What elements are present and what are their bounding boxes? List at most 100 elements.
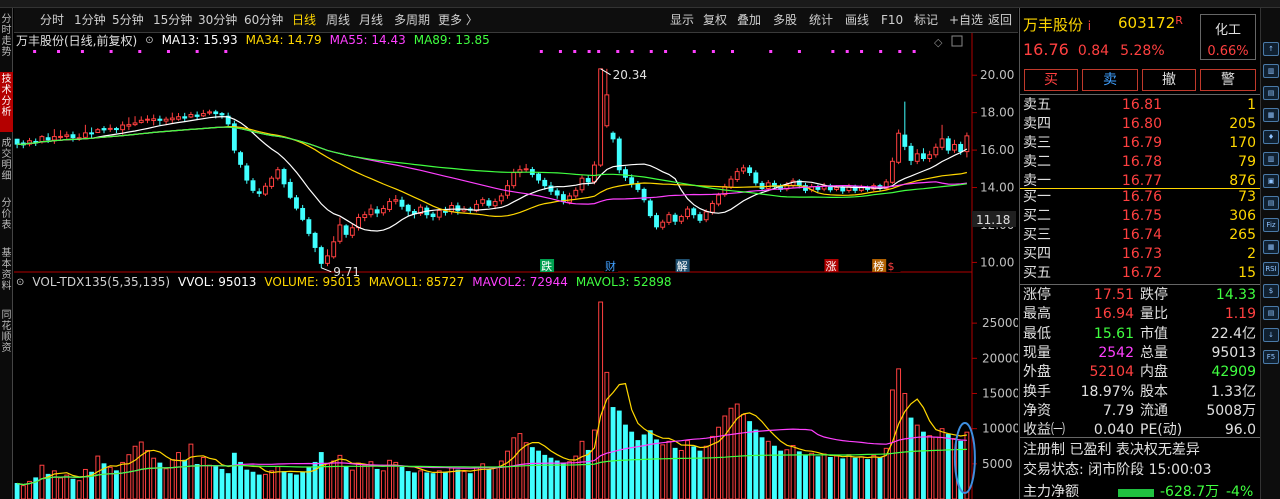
- volume-bar[interactable]: [579, 440, 585, 499]
- candle[interactable]: [325, 255, 330, 264]
- candle[interactable]: [647, 200, 653, 217]
- toolbar-icon[interactable]: ↓: [1263, 328, 1279, 342]
- volume-bar[interactable]: [877, 456, 883, 499]
- candle[interactable]: [958, 143, 964, 153]
- candle[interactable]: [281, 169, 287, 185]
- volume-bar[interactable]: [604, 371, 610, 499]
- volume-bar[interactable]: [411, 472, 417, 499]
- volume-bar[interactable]: [163, 468, 169, 499]
- volume-bar[interactable]: [803, 454, 808, 499]
- toolbar-icon[interactable]: F5: [1263, 350, 1279, 364]
- candle[interactable]: [114, 128, 119, 131]
- period-button[interactable]: 周线: [326, 12, 350, 28]
- volume-bar[interactable]: [269, 470, 275, 499]
- candle[interactable]: [542, 179, 548, 187]
- candle[interactable]: [374, 209, 380, 214]
- volume-bar[interactable]: [238, 461, 244, 499]
- candle[interactable]: [523, 168, 529, 171]
- tab-price-distribution[interactable]: 分价表: [0, 196, 13, 240]
- tab-trade-details[interactable]: 成交明细: [0, 136, 13, 192]
- volume-bar[interactable]: [740, 414, 746, 499]
- volume-bar[interactable]: [858, 456, 864, 499]
- volume-bar[interactable]: [294, 474, 299, 499]
- volume-bar[interactable]: [728, 407, 734, 499]
- candle[interactable]: [213, 111, 219, 115]
- volume-bar[interactable]: [560, 462, 566, 499]
- toolbar-icon[interactable]: ♦: [1263, 130, 1279, 144]
- tool-adjust[interactable]: 复权: [703, 12, 727, 28]
- candle[interactable]: [238, 152, 244, 165]
- candle[interactable]: [908, 145, 914, 161]
- volume-bar[interactable]: [753, 429, 759, 499]
- candle[interactable]: [834, 187, 839, 190]
- candle[interactable]: [176, 116, 181, 120]
- volume-bar[interactable]: [536, 450, 541, 499]
- volume-bar[interactable]: [312, 461, 318, 499]
- candle[interactable]: [554, 190, 560, 196]
- volume-bar[interactable]: [486, 468, 492, 499]
- cancel-order-button[interactable]: 撤: [1142, 69, 1196, 91]
- volume-bar[interactable]: [20, 485, 26, 499]
- period-button-active[interactable]: 日线: [292, 12, 316, 28]
- volume-bar[interactable]: [827, 456, 833, 499]
- candle[interactable]: [349, 227, 355, 236]
- volume-bar[interactable]: [64, 474, 70, 499]
- volume-bar[interactable]: [114, 470, 119, 499]
- volume-bar[interactable]: [691, 446, 697, 499]
- tool-display[interactable]: 显示: [670, 12, 694, 28]
- volume-bar[interactable]: [685, 440, 690, 499]
- volume-bar[interactable]: [523, 442, 529, 499]
- volume-bar[interactable]: [380, 470, 386, 499]
- volume-bar[interactable]: [207, 464, 212, 499]
- candle[interactable]: [840, 187, 846, 192]
- volume-bar[interactable]: [225, 473, 231, 499]
- volume-bar[interactable]: [461, 471, 467, 499]
- candle[interactable]: [685, 208, 690, 218]
- candle[interactable]: [362, 214, 368, 218]
- volume-bar[interactable]: [132, 445, 138, 499]
- volume-bar[interactable]: [759, 437, 765, 499]
- volume-bar[interactable]: [921, 431, 926, 499]
- candle[interactable]: [629, 177, 635, 185]
- volume-bar[interactable]: [250, 471, 256, 499]
- volume-bar[interactable]: [169, 459, 175, 499]
- volume-bar[interactable]: [368, 461, 374, 499]
- volume-bar[interactable]: [318, 452, 324, 499]
- kline-chart[interactable]: 20.0018.0016.0014.0012.0010.002500020000…: [14, 33, 1020, 499]
- candle[interactable]: [380, 207, 386, 214]
- chevron-down-icon[interactable]: ⊙: [16, 277, 24, 288]
- tool-statistics[interactable]: 统计: [809, 12, 833, 28]
- buy-button[interactable]: 买: [1024, 69, 1078, 91]
- toolbar-icon[interactable]: ▣: [1263, 174, 1279, 188]
- candle[interactable]: [728, 178, 734, 188]
- volume-bar[interactable]: [585, 449, 591, 499]
- candle[interactable]: [169, 117, 175, 121]
- volume-bar[interactable]: [567, 461, 573, 499]
- candle[interactable]: [759, 182, 765, 189]
- candle[interactable]: [691, 208, 697, 216]
- candle[interactable]: [107, 127, 113, 130]
- ask-row[interactable]: 卖四 16.80 205: [1020, 115, 1260, 134]
- candle[interactable]: [182, 116, 188, 119]
- volume-bar[interactable]: [145, 449, 150, 499]
- candle[interactable]: [436, 209, 442, 218]
- candle[interactable]: [740, 167, 746, 172]
- volume-bar[interactable]: [784, 449, 790, 499]
- toolbar-icon[interactable]: ▤: [1263, 306, 1279, 320]
- candle[interactable]: [536, 173, 541, 181]
- tab-fundamentals[interactable]: 基本资料: [0, 246, 13, 302]
- volume-bar[interactable]: [641, 434, 647, 499]
- candle[interactable]: [368, 208, 374, 216]
- toolbar-icon[interactable]: Fiz: [1263, 218, 1279, 232]
- candle[interactable]: [294, 197, 299, 209]
- candle[interactable]: [610, 132, 616, 140]
- candle[interactable]: [480, 199, 486, 204]
- volume-bar[interactable]: [505, 450, 510, 499]
- volume-bar[interactable]: [939, 428, 945, 499]
- candle[interactable]: [660, 221, 666, 228]
- candle[interactable]: [567, 195, 573, 203]
- alert-button[interactable]: 警: [1200, 69, 1256, 91]
- volume-bar[interactable]: [616, 410, 622, 499]
- toolbar-icon[interactable]: ↑: [1263, 42, 1279, 56]
- volume-bar[interactable]: [399, 466, 405, 499]
